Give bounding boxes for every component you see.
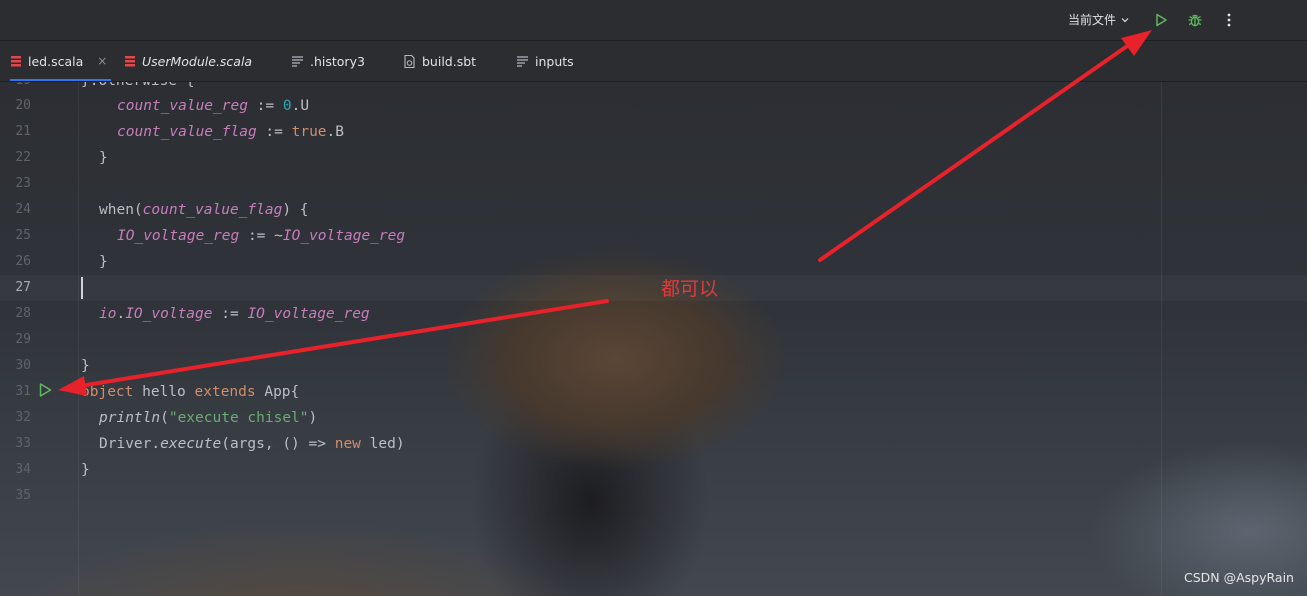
annotation-arrows (58, 30, 1152, 396)
watermark: CSDN @AspyRain (1184, 570, 1294, 585)
arrow-to-toolbar-run (818, 30, 1152, 262)
arrow-to-gutter-run (58, 299, 609, 396)
